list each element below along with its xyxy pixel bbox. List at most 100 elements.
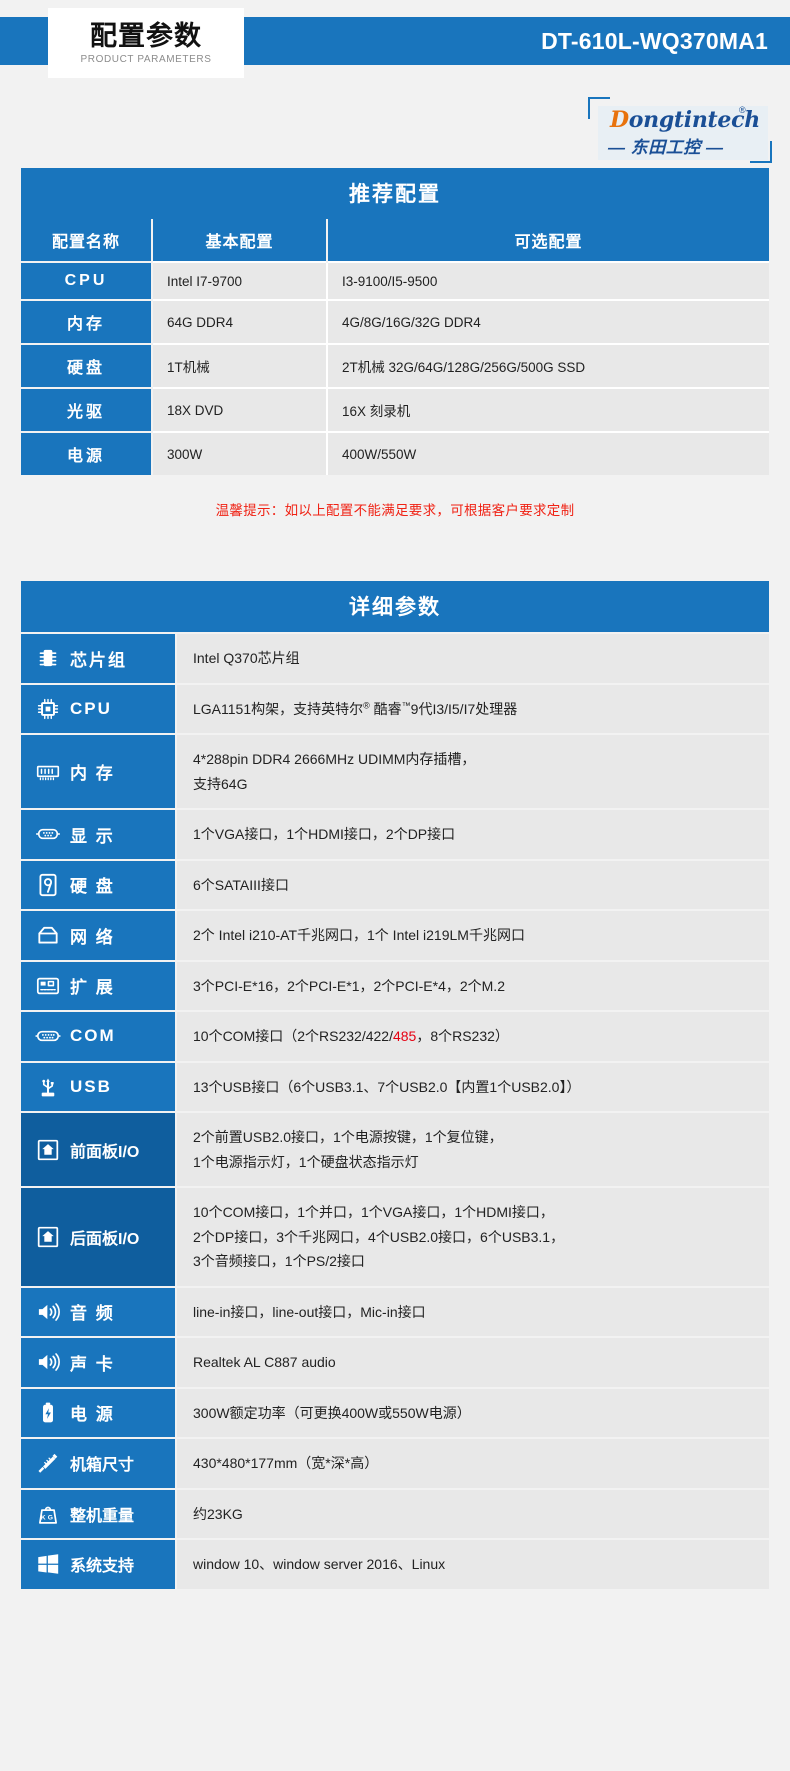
power-icon <box>35 1400 61 1426</box>
detail-value-cell: 2个 Intel i210-AT千兆网口，1个 Intel i219LM千兆网口 <box>177 911 769 960</box>
config-name-cell: 电源 <box>21 431 153 475</box>
product-model: DT-610L-WQ370MA1 <box>541 28 768 54</box>
detail-value-cell: 3个PCI-E*16，2个PCI-E*1，2个PCI-E*4，2个M.2 <box>177 961 769 1010</box>
detail-label: 扩 展 <box>70 978 115 998</box>
detail-label-cell: 前面板I/O <box>21 1113 177 1186</box>
detail-label-cell: 机箱尺寸 <box>21 1439 177 1488</box>
detail-row: 声 卡 Realtek AL C887 audio <box>21 1338 769 1387</box>
brand-logo: Dongtintech ® — 东田工控 — <box>588 97 772 163</box>
page-header: 配置参数 PRODUCT PARAMETERS DT-610L-WQ370MA1 <box>0 0 790 93</box>
detail-label: 后面板I/O <box>70 1230 140 1248</box>
detail-value-line: Intel Q370芯片组 <box>193 650 300 666</box>
com-port-icon <box>35 1023 61 1049</box>
basic-config-cell: 300W <box>152 431 328 475</box>
detail-value-line: window 10、window server 2016、Linux <box>193 1556 446 1572</box>
detail-label-cell: USB <box>21 1062 177 1111</box>
detail-label-cell: 硬 盘 <box>21 860 177 909</box>
table-row: 光驱 18X DVD 16X 刻录机 <box>21 387 769 432</box>
rear-panel-icon <box>35 1224 61 1250</box>
detail-parameters-block: 详细参数 芯片组 Intel Q370芯片组 CPU LGA1151构架，支持英特尔®… <box>21 581 769 1591</box>
detail-row: USB 13个USB接口（6个USB3.1、7个USB2.0【内置1个USB2.0… <box>21 1062 769 1111</box>
detail-value-line: 1个VGA接口，1个HDMI接口，2个DP接口 <box>193 826 456 842</box>
detail-row: 电 源 300W额定功率（可更换400W或550W电源） <box>21 1388 769 1437</box>
basic-config-cell: Intel I7-9700 <box>152 261 328 300</box>
detail-label-cell: 内 存 <box>21 735 177 808</box>
page-bottom-padding <box>0 1591 790 1615</box>
windows-icon <box>35 1551 61 1577</box>
detail-value-line: 2个DP接口，3个千兆网口，4个USB2.0接口，6个USB3.1， <box>193 1228 565 1245</box>
logo-corner-topleft <box>588 97 610 119</box>
detail-label: 显 示 <box>70 826 115 846</box>
detail-label: 整机重量 <box>70 1507 135 1525</box>
brand-name-cn: — 东田工控 — <box>608 138 724 157</box>
table-row: 硬盘 1T机械 2T机械 32G/64G/128G/256G/500G SSD <box>21 343 769 388</box>
front-panel-icon <box>35 1137 61 1163</box>
weight-icon: KG <box>35 1501 61 1527</box>
detail-value-line: 10个COM接口，1个并口，1个VGA接口，1个HDMI接口， <box>193 1204 554 1220</box>
detail-value-cell: 430*480*177mm（宽*深*高） <box>177 1439 769 1488</box>
detail-label-cell: CPU <box>21 684 177 733</box>
detail-value-cell: 10个COM接口，1个并口，1个VGA接口，1个HDMI接口， 2个DP接口，3个… <box>177 1188 769 1286</box>
detail-row: 网 络 2个 Intel i210-AT千兆网口，1个 Intel i219LM千… <box>21 911 769 960</box>
memory-icon <box>35 759 61 785</box>
detail-label-cell: 显 示 <box>21 810 177 859</box>
detail-label: 声 卡 <box>70 1354 115 1374</box>
soundcard-icon <box>35 1349 61 1375</box>
customization-tip: 温馨提示：如以上配置不能满足要求，可根据客户要求定制 <box>215 503 575 518</box>
detail-row: CPU LGA1151构架，支持英特尔® 酷睿™9代I3/I5/I7处理器 <box>21 684 769 733</box>
basic-config-cell: 1T机械 <box>152 343 328 388</box>
table-row: 电源 300W 400W/550W <box>21 431 769 475</box>
usb-icon <box>35 1074 61 1100</box>
detail-value-cell: 6个SATAIII接口 <box>177 860 769 909</box>
brand-name-en: Dongtintech <box>610 107 760 133</box>
dimension-icon <box>35 1450 61 1476</box>
product-parameter-sheet: 配置参数 PRODUCT PARAMETERS DT-610L-WQ370MA1… <box>0 0 790 1615</box>
detail-value-cell: 300W额定功率（可更换400W或550W电源） <box>177 1388 769 1437</box>
chip-icon <box>35 645 61 671</box>
detail-value-cell: 2个前置USB2.0接口，1个电源按键，1个复位键， 1个电源指示灯，1个硬盘状态… <box>177 1113 769 1186</box>
basic-config-cell: 64G DDR4 <box>152 299 328 344</box>
detail-value-cell: 13个USB接口（6个USB3.1、7个USB2.0【内置1个USB2.0】） <box>177 1062 769 1111</box>
basic-config-cell: 18X DVD <box>152 387 328 432</box>
detail-value-cell: Intel Q370芯片组 <box>177 634 769 683</box>
display-port-icon <box>35 821 61 847</box>
config-name-cell: CPU <box>21 261 153 300</box>
detail-value-line: 13个USB接口（6个USB3.1、7个USB2.0【内置1个USB2.0】） <box>193 1078 581 1095</box>
column-header-optional: 可选配置 <box>327 219 769 262</box>
detail-label: 内 存 <box>70 764 115 783</box>
page-subtitle: PRODUCT PARAMETERS <box>80 54 212 66</box>
detail-value-line: 3个音频接口，1个PS/2接口 <box>193 1253 365 1269</box>
detail-label-cell: 电 源 <box>21 1388 177 1437</box>
registered-mark: ® <box>739 105 746 115</box>
detail-value-line: line-in接口，line-out接口，Mic-in接口 <box>193 1303 426 1320</box>
optional-config-cell: 16X 刻录机 <box>327 387 769 432</box>
detail-value-line: 约23KG <box>193 1505 243 1522</box>
svg-text:KG: KG <box>41 1514 55 1521</box>
detail-row: 后面板I/O 10个COM接口，1个并口，1个VGA接口，1个HDMI接口， 2个D… <box>21 1188 769 1286</box>
detail-row: 前面板I/O 2个前置USB2.0接口，1个电源按键，1个复位键， 1个电源指示灯，… <box>21 1113 769 1186</box>
detail-value-line: 支持64G <box>193 775 248 792</box>
registered-mark: ® <box>363 699 370 710</box>
detail-label: COM <box>70 1026 116 1046</box>
detail-value-line: 10个COM接口（2个RS232/422/485，8个RS232） <box>193 1028 509 1044</box>
detail-value-cell: LGA1151构架，支持英特尔® 酷睿™9代I3/I5/I7处理器 <box>177 684 769 733</box>
detail-row: 扩 展 3个PCI-E*16，2个PCI-E*1，2个PCI-E*4，2个M.2 <box>21 961 769 1010</box>
network-icon <box>35 922 61 948</box>
detail-row: 显 示 1个VGA接口，1个HDMI接口，2个DP接口 <box>21 810 769 859</box>
page-title: 配置参数 <box>90 20 202 51</box>
audio-icon <box>35 1299 61 1325</box>
detail-value-line: 3个PCI-E*16，2个PCI-E*1，2个PCI-E*4，2个M.2 <box>193 977 505 994</box>
detail-value-line: 300W额定功率（可更换400W或550W电源） <box>193 1404 471 1421</box>
brand-initial: D <box>610 107 629 133</box>
optional-config-cell: 4G/8G/16G/32G DDR4 <box>327 299 769 344</box>
detail-value-line: 2个前置USB2.0接口，1个电源按键，1个复位键， <box>193 1129 503 1145</box>
detail-row: COM 10个COM接口（2个RS232/422/485，8个RS232） <box>21 1012 769 1061</box>
detail-value-cell: line-in接口，line-out接口，Mic-in接口 <box>177 1287 769 1336</box>
config-name-cell: 内存 <box>21 299 153 344</box>
detail-label: 机箱尺寸 <box>70 1457 135 1475</box>
config-name-cell: 光驱 <box>21 387 153 432</box>
detail-label: USB <box>70 1076 112 1096</box>
optional-config-cell: 400W/550W <box>327 431 769 475</box>
detail-value-cell: window 10、window server 2016、Linux <box>177 1540 769 1589</box>
